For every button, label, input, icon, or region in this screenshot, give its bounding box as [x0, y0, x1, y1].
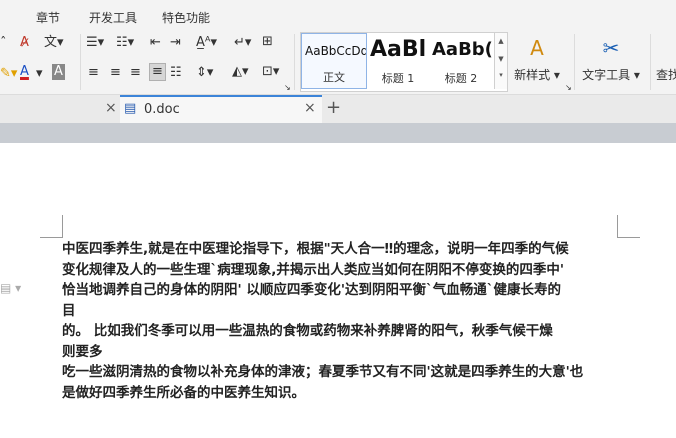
find-button[interactable]: 查找	[656, 36, 676, 83]
align-right-icon[interactable]: ≡	[130, 65, 141, 81]
new-style-dropdown-icon: ▾	[550, 68, 560, 82]
style-heading-2-label: 标题 2	[444, 72, 478, 85]
pinyin-icon[interactable]: 文▾	[44, 35, 64, 51]
style-heading-1-preview: AaBl	[370, 37, 427, 62]
menu-chapter[interactable]: 章节	[36, 9, 60, 26]
style-normal[interactable]: AaBbCcDd 正文	[301, 33, 367, 89]
font-dropdown-arrow-icon[interactable]: ˆ	[0, 36, 7, 52]
margin-corner-top-left	[40, 215, 63, 238]
increase-indent-icon[interactable]: ⇥	[170, 35, 181, 51]
style-heading-2-preview: AaBb(	[432, 39, 493, 60]
paragraph-options-icon[interactable]: ▤ ▾	[0, 281, 21, 295]
style-normal-preview: AaBbCcDd	[305, 44, 367, 58]
document-line: 是做好四季养生所必备的中医养生知识。	[62, 384, 305, 401]
document-page[interactable]: ▤ ▾ 中医四季养生,就是在中医理论指导下，根据"天人合一‼的理念，说明一年四季…	[0, 143, 676, 438]
document-tab[interactable]: ▤ 0.doc ×	[120, 95, 322, 123]
close-document-tab-icon[interactable]: ×	[304, 100, 316, 116]
table-icon[interactable]: ⊞	[262, 34, 273, 50]
document-line: 变化规律及人的一些生理`病理现象,并揭示出人类应当如何在阴阳不停变换的四季中'	[62, 261, 565, 278]
document-line: 则要多	[62, 343, 103, 360]
margin-corner-top-right	[617, 215, 640, 238]
shading-icon[interactable]: ◭▾	[232, 64, 249, 80]
style-heading-1-label: 标题 1	[381, 72, 415, 85]
new-style-icon: A	[530, 36, 544, 60]
close-tab-icon[interactable]: ×	[105, 100, 117, 116]
styles-dialog-icon[interactable]: ↘	[565, 80, 572, 96]
doc-file-icon: ▤	[124, 101, 137, 116]
menu-special-features[interactable]: 特色功能	[162, 9, 210, 26]
style-heading-1[interactable]: AaBl 标题 1	[367, 33, 429, 89]
bullet-list-icon[interactable]: ☰▾	[86, 35, 104, 51]
sort-icon[interactable]: ↵▾	[234, 35, 251, 51]
document-tab-title: 0.doc	[144, 102, 180, 117]
new-style-button[interactable]: A 新样式 ▾	[512, 36, 562, 83]
document-tab-bar: × ▤ 0.doc × +	[0, 95, 676, 123]
style-normal-label: 正文	[323, 71, 345, 84]
font-size-up-icon[interactable]: A̲ᴬ▾	[196, 35, 217, 51]
document-line: 中医四季养生,就是在中医理论指导下，根据"天人合一‼的理念，说明一年四季的气候	[62, 241, 569, 257]
new-style-label: 新样式	[514, 68, 551, 82]
paragraph-dialog-icon[interactable]: ↘	[284, 80, 291, 96]
borders-icon[interactable]: ⊡▾	[262, 64, 279, 80]
font-color-icon[interactable]: A	[20, 64, 29, 80]
line-spacing-icon[interactable]: ⇕▾	[196, 65, 213, 81]
menu-developer-tools[interactable]: 开发工具	[89, 9, 137, 26]
text-tools-button[interactable]: ✂ 文字工具 ▾	[580, 36, 642, 83]
expand-gallery-icon[interactable]: ▾	[495, 71, 507, 79]
scroll-down-icon[interactable]: ▼	[495, 55, 507, 63]
align-left-icon[interactable]: ≡	[88, 65, 99, 81]
justify-icon[interactable]: ≡	[149, 63, 166, 81]
document-body[interactable]: 中医四季养生,就是在中医理论指导下，根据"天人合一‼的理念，说明一年四季的气候 …	[62, 239, 626, 403]
decrease-indent-icon[interactable]: ⇤	[150, 35, 161, 51]
text-tools-icon: ✂	[602, 36, 620, 60]
document-line: 目	[62, 302, 76, 319]
workspace-top-band	[0, 123, 676, 143]
ribbon: ˆ A̷ 文▾ ☰▾ ☷▾ ⇤ ⇥ A̲ᴬ▾ ↵▾ ⊞ ✎▾ A ▾ A ≡ ≡…	[0, 30, 676, 95]
text-tools-dropdown-icon: ▾	[630, 68, 640, 82]
char-shading-icon[interactable]: A	[52, 64, 65, 80]
scroll-up-icon[interactable]: ▲	[495, 37, 507, 45]
document-line: 吃一些滋阴清热的食物以补充身体的津液；春夏季节又有不同'这就是四季养生的大意'也	[62, 364, 584, 380]
document-line: 恰当地调养自己的身体的阴阳' 以顺应四季变化'达到阴阳平衡`气血畅通`健康长寿的	[62, 282, 561, 298]
menu-bar: 章节 开发工具 特色功能	[0, 0, 676, 30]
distributed-icon[interactable]: ☷	[170, 65, 182, 81]
styles-gallery-scroll[interactable]: ▲ ▼ ▾	[494, 33, 507, 89]
highlight-icon[interactable]: ✎▾	[0, 66, 17, 82]
numbered-list-icon[interactable]: ☷▾	[116, 35, 134, 51]
new-tab-icon[interactable]: +	[326, 97, 341, 118]
style-heading-2[interactable]: AaBb( 标题 2	[429, 33, 493, 89]
align-center-icon[interactable]: ≡	[110, 65, 121, 81]
find-label: 查找	[656, 68, 676, 82]
text-tools-label: 文字工具	[582, 68, 631, 82]
styles-gallery: AaBbCcDd 正文 AaBl 标题 1 AaBb( 标题 2 ▲ ▼ ▾	[300, 32, 508, 92]
document-line: 的。 比如我们冬季可以用一些温热的食物或药物来补养脾肾的阳气，秋季气候干燥	[62, 323, 553, 339]
clear-format-icon[interactable]: A̷	[20, 35, 29, 51]
font-color-dropdown-icon[interactable]: ▾	[36, 66, 43, 82]
